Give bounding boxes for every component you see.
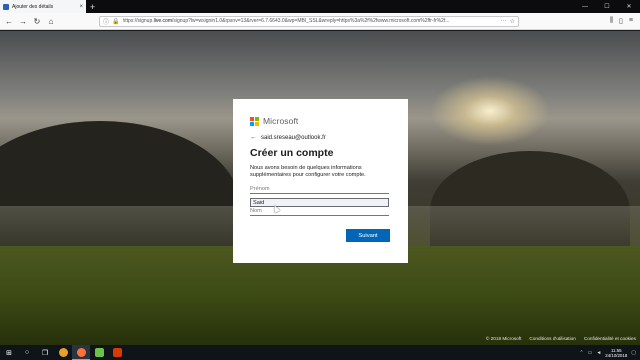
privacy-link[interactable]: Confidentialité et cookies: [584, 336, 636, 341]
navigation-bar: ← → ↻ ⌂ ⓘ 🔒 https://signup.live.com/sign…: [0, 13, 640, 30]
forward-icon[interactable]: →: [17, 15, 29, 27]
first-name-field[interactable]: Prénom: [250, 185, 389, 194]
bookmark-star-icon[interactable]: ☆: [510, 18, 515, 25]
back-icon[interactable]: ←: [3, 15, 15, 27]
home-icon[interactable]: ⌂: [45, 15, 57, 27]
last-name-field[interactable]: Nom: [250, 207, 389, 216]
search-icon[interactable]: ○: [18, 345, 36, 360]
maximize-button[interactable]: ☐: [596, 0, 618, 13]
identity-banner[interactable]: ← said.sreseau@outlook.fr: [250, 134, 390, 141]
page-favicon-icon: [3, 3, 9, 10]
task-view-icon[interactable]: ❐: [36, 345, 54, 360]
firefox-icon[interactable]: [72, 345, 90, 360]
app-red-icon[interactable]: [108, 345, 126, 360]
notifications-icon[interactable]: ▢: [631, 350, 636, 356]
description-text: Nous avons besoin de quelques informatio…: [250, 165, 366, 178]
minimize-button[interactable]: —: [574, 0, 596, 13]
lock-icon[interactable]: 🔒: [112, 18, 119, 25]
url-text[interactable]: https://signup.live.com/signup?lw=wsigni…: [123, 18, 498, 24]
copyright-text: © 2018 Microsoft: [485, 336, 522, 341]
back-arrow-icon[interactable]: ←: [250, 134, 257, 141]
account-email: said.sreseau@outlook.fr: [261, 134, 326, 141]
info-icon[interactable]: ⓘ: [103, 17, 109, 26]
volume-icon[interactable]: ◄: [596, 350, 601, 356]
sunset-glow: [430, 76, 550, 146]
browser-tab[interactable]: Ajouter des détails ×: [0, 0, 86, 13]
new-tab-button[interactable]: +: [86, 0, 99, 13]
terms-link[interactable]: Conditions d'utilisation: [529, 336, 576, 341]
tab-title: Ajouter des détails: [12, 3, 54, 10]
clock[interactable]: 11:55 24/10/2018: [605, 348, 627, 358]
menu-icon[interactable]: ≡: [629, 17, 633, 25]
page-title: Créer un compte: [250, 147, 334, 159]
chrome-icon[interactable]: [54, 345, 72, 360]
microsoft-logo-icon: [250, 116, 259, 126]
close-window-button[interactable]: ✕: [618, 0, 640, 13]
sidebar-icon[interactable]: ▯: [619, 17, 623, 25]
brand-name: Microsoft: [263, 116, 299, 126]
library-icon[interactable]: ⫼: [610, 17, 613, 25]
people-icon[interactable]: ⌃: [579, 350, 583, 356]
url-bar[interactable]: ⓘ 🔒 https://signup.live.com/signup?lw=ws…: [99, 15, 519, 27]
microsoft-logo: Microsoft: [250, 116, 390, 126]
reload-icon[interactable]: ↻: [31, 15, 43, 27]
clock-date: 24/10/2018: [605, 352, 628, 358]
signup-card: Microsoft ← said.sreseau@outlook.fr Crée…: [233, 99, 408, 263]
close-tab-icon[interactable]: ×: [79, 4, 83, 10]
app-green-icon[interactable]: [90, 345, 108, 360]
page-actions-icon[interactable]: ···: [501, 18, 507, 24]
tab-bar: Ajouter des détails × + — ☐ ✕: [0, 0, 640, 13]
taskbar: ⊞ ○ ❐ ⌃ ▭ ◄ 11:55 24/10/2018 ▢: [0, 345, 640, 360]
next-button[interactable]: Suivant: [346, 229, 390, 242]
page-footer: © 2018 Microsoft Conditions d'utilisatio…: [486, 336, 636, 341]
start-button[interactable]: ⊞: [0, 345, 18, 360]
network-icon[interactable]: ▭: [588, 350, 593, 356]
system-tray: ⌃ ▭ ◄ 11:55 24/10/2018 ▢: [579, 348, 640, 358]
